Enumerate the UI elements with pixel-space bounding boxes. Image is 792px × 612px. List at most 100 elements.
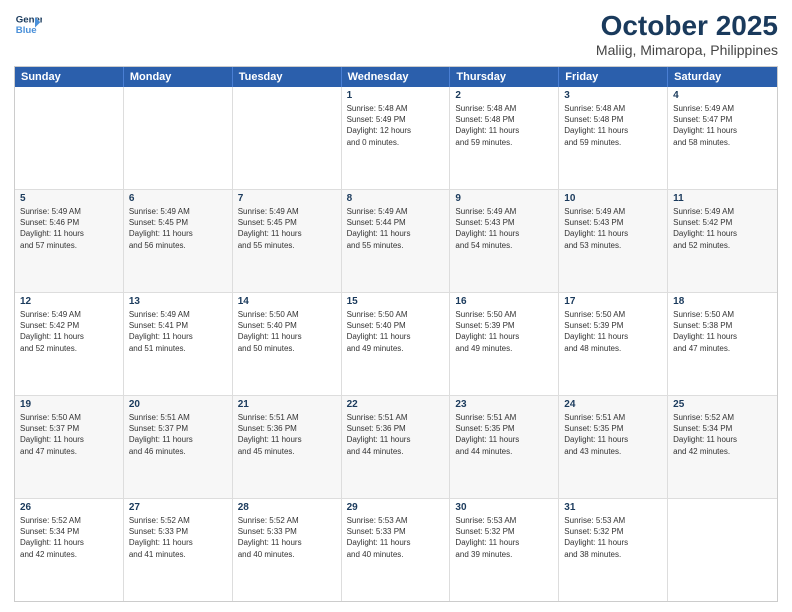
cell-line: Sunset: 5:45 PM: [238, 217, 336, 228]
cell-line: Sunset: 5:43 PM: [455, 217, 553, 228]
cell-line: Daylight: 11 hours: [673, 331, 772, 342]
cell-line: Daylight: 11 hours: [347, 331, 445, 342]
cell-line: Daylight: 11 hours: [455, 537, 553, 548]
cell-line: Sunset: 5:33 PM: [238, 526, 336, 537]
cell-line: Sunset: 5:40 PM: [238, 320, 336, 331]
day-number: 6: [129, 193, 227, 204]
cell-line: Sunset: 5:37 PM: [129, 423, 227, 434]
cell-line: and 39 minutes.: [455, 549, 553, 560]
day-number: 30: [455, 502, 553, 513]
day-number: 23: [455, 399, 553, 410]
calendar-cell: 2Sunrise: 5:48 AMSunset: 5:48 PMDaylight…: [450, 87, 559, 189]
cell-line: and 41 minutes.: [129, 549, 227, 560]
cell-line: Sunset: 5:32 PM: [455, 526, 553, 537]
calendar-week-1: 1Sunrise: 5:48 AMSunset: 5:49 PMDaylight…: [15, 87, 777, 190]
calendar-week-4: 19 Sunrise: 5:50 AM Sunset: 5:37 PM Dayligh…: [15, 396, 777, 499]
cell-line: Sunset: 5:36 PM: [347, 423, 445, 434]
cell-line: Daylight: 11 hours: [347, 434, 445, 445]
cell-line: Sunset: 5:43 PM: [564, 217, 662, 228]
day-number: 27: [129, 502, 227, 513]
cell-line: Sunset: 5:46 PM: [20, 217, 118, 228]
cell-line: Sunrise: 5:52 AM: [673, 412, 772, 423]
day-number: 28: [238, 502, 336, 513]
cell-line: and 59 minutes.: [564, 137, 662, 148]
cell-line: and 49 minutes.: [347, 343, 445, 354]
cell-line: Sunset: 5:32 PM: [564, 526, 662, 537]
day-number: 4: [673, 90, 772, 101]
calendar-cell: 21Sunrise: 5:51 AMSunset: 5:36 PMDayligh…: [233, 396, 342, 498]
cell-line: and 44 minutes.: [455, 446, 553, 457]
cell-line: Sunrise: 5:50 AM: [564, 309, 662, 320]
calendar-cell: 20Sunrise: 5:51 AMSunset: 5:37 PMDayligh…: [124, 396, 233, 498]
calendar-cell: 16Sunrise: 5:50 AMSunset: 5:39 PMDayligh…: [450, 293, 559, 395]
svg-text:Blue: Blue: [16, 25, 37, 36]
cell-line: Sunrise: 5:50 AM: [20, 412, 118, 423]
cell-line: Sunset: 5:48 PM: [455, 114, 553, 125]
day-number: 17: [564, 296, 662, 307]
calendar-cell: 3Sunrise: 5:48 AMSunset: 5:48 PMDaylight…: [559, 87, 668, 189]
day-number: 14: [238, 296, 336, 307]
day-number: 11: [673, 193, 772, 204]
cell-line: Sunrise: 5:51 AM: [347, 412, 445, 423]
day-number: 29: [347, 502, 445, 513]
calendar-cell: 22Sunrise: 5:51 AMSunset: 5:36 PMDayligh…: [342, 396, 451, 498]
cell-line: Sunrise: 5:48 AM: [347, 103, 445, 114]
cell-line: Sunrise: 5:48 AM: [564, 103, 662, 114]
day-number: 18: [673, 296, 772, 307]
cell-line: Sunrise: 5:52 AM: [20, 515, 118, 526]
cell-line: and 0 minutes.: [347, 137, 445, 148]
cell-line: Sunrise: 5:51 AM: [455, 412, 553, 423]
header-day-friday: Friday: [559, 67, 668, 87]
cell-line: Sunrise: 5:51 AM: [238, 412, 336, 423]
day-number: 9: [455, 193, 553, 204]
cell-line: Sunrise: 5:53 AM: [455, 515, 553, 526]
cell-line: Daylight: 11 hours: [455, 125, 553, 136]
cell-line: and 49 minutes.: [455, 343, 553, 354]
cell-line: and 42 minutes.: [20, 549, 118, 560]
calendar-cell: [124, 87, 233, 189]
cell-line: Sunset: 5:34 PM: [20, 526, 118, 537]
cell-line: Sunrise: 5:53 AM: [347, 515, 445, 526]
calendar-cell: 23Sunrise: 5:51 AMSunset: 5:35 PMDayligh…: [450, 396, 559, 498]
cell-line: and 48 minutes.: [564, 343, 662, 354]
cell-line: Sunrise: 5:49 AM: [673, 206, 772, 217]
calendar-cell: 31Sunrise: 5:53 AMSunset: 5:32 PMDayligh…: [559, 499, 668, 601]
cell-line: Sunset: 5:47 PM: [673, 114, 772, 125]
day-number: 13: [129, 296, 227, 307]
cell-line: and 40 minutes.: [238, 549, 336, 560]
cell-line: Sunrise: 5:49 AM: [20, 206, 118, 217]
cell-line: and 52 minutes.: [673, 240, 772, 251]
cell-line: Daylight: 11 hours: [673, 228, 772, 239]
cell-line: Sunset: 5:48 PM: [564, 114, 662, 125]
cell-line: Sunrise: 5:52 AM: [129, 515, 227, 526]
calendar-week-3: 12Sunrise: 5:49 AMSunset: 5:42 PMDayligh…: [15, 293, 777, 396]
calendar-cell: 6Sunrise: 5:49 AMSunset: 5:45 PMDaylight…: [124, 190, 233, 292]
calendar-cell: 18Sunrise: 5:50 AMSunset: 5:38 PMDayligh…: [668, 293, 777, 395]
cell-line: Daylight: 11 hours: [564, 331, 662, 342]
day-number: 25: [673, 399, 772, 410]
day-number: 2: [455, 90, 553, 101]
calendar-cell: 27Sunrise: 5:52 AMSunset: 5:33 PMDayligh…: [124, 499, 233, 601]
cell-line: Daylight: 11 hours: [455, 331, 553, 342]
cell-line: Daylight: 11 hours: [455, 434, 553, 445]
cell-line: and 58 minutes.: [673, 137, 772, 148]
day-number: 19: [20, 399, 118, 410]
header-day-tuesday: Tuesday: [233, 67, 342, 87]
day-number: 7: [238, 193, 336, 204]
calendar-cell: 26Sunrise: 5:52 AMSunset: 5:34 PMDayligh…: [15, 499, 124, 601]
calendar-cell: 7Sunrise: 5:49 AMSunset: 5:45 PMDaylight…: [233, 190, 342, 292]
location: Maliig, Mimaropa, Philippines: [596, 42, 778, 58]
calendar-cell: 13Sunrise: 5:49 AMSunset: 5:41 PMDayligh…: [124, 293, 233, 395]
day-number: 24: [564, 399, 662, 410]
cell-line: Sunrise: 5:49 AM: [347, 206, 445, 217]
header-day-thursday: Thursday: [450, 67, 559, 87]
cell-line: Daylight: 11 hours: [673, 125, 772, 136]
calendar-cell: 14Sunrise: 5:50 AMSunset: 5:40 PMDayligh…: [233, 293, 342, 395]
calendar-cell: 1Sunrise: 5:48 AMSunset: 5:49 PMDaylight…: [342, 87, 451, 189]
cell-line: Daylight: 11 hours: [238, 228, 336, 239]
day-number: 10: [564, 193, 662, 204]
calendar-body: 1Sunrise: 5:48 AMSunset: 5:49 PMDaylight…: [15, 87, 777, 601]
cell-line: and 42 minutes.: [673, 446, 772, 457]
cell-line: Daylight: 11 hours: [238, 331, 336, 342]
cell-line: Sunset: 5:49 PM: [347, 114, 445, 125]
